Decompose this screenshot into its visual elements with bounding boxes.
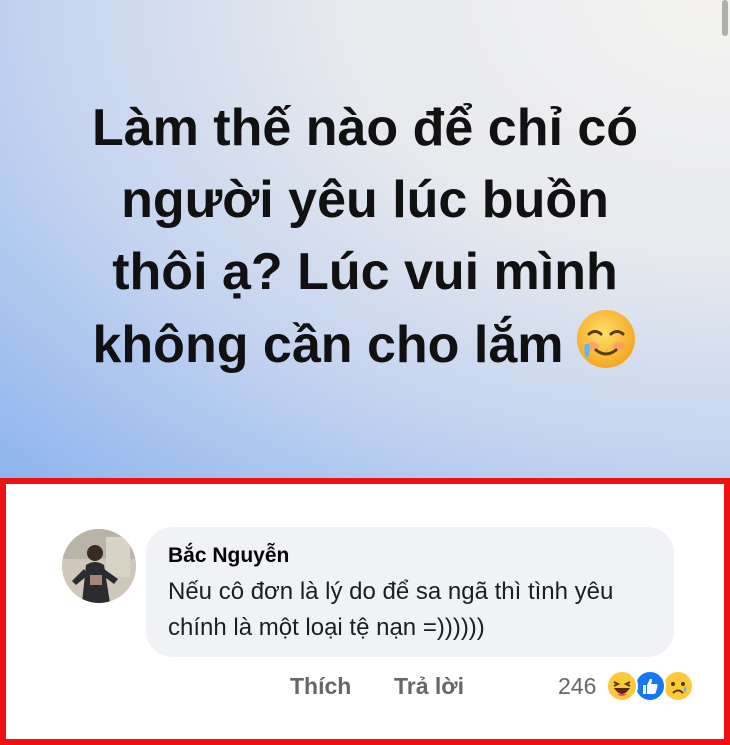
comment-author[interactable]: Bắc Nguyễn bbox=[168, 544, 289, 568]
haha-icon bbox=[606, 670, 638, 702]
reply-button[interactable]: Trả lời bbox=[394, 673, 464, 700]
scrollbar[interactable] bbox=[722, 0, 728, 36]
reactions-summary[interactable] bbox=[606, 670, 702, 702]
post-line-2: người yêu lúc buồn bbox=[121, 171, 609, 229]
like-button[interactable]: Thích bbox=[290, 673, 351, 700]
highlighted-comment-frame: Bắc Nguyễn Nếu cô đơn là lý do để sa ngã… bbox=[0, 478, 730, 745]
reaction-count[interactable]: 246 bbox=[558, 673, 596, 700]
post-line-4-text: không cần cho lắm bbox=[92, 316, 564, 374]
avatar[interactable] bbox=[62, 529, 136, 603]
sad-icon bbox=[662, 670, 694, 702]
post-line-1: Làm thế nào để chỉ có bbox=[91, 99, 639, 157]
sweat-smile-tear-icon bbox=[575, 308, 637, 389]
like-icon bbox=[634, 670, 666, 702]
post-line-3: thôi ạ? Lúc vui mình bbox=[112, 243, 618, 301]
comment-text: Nếu cô đơn là lý do để sa ngã thì tình y… bbox=[168, 578, 614, 641]
post-text: Làm thế nào để chỉ có người yêu lúc buồn… bbox=[40, 92, 690, 389]
comment-bubble: Bắc Nguyễn Nếu cô đơn là lý do để sa ngã… bbox=[146, 527, 674, 657]
post-line-4: không cần cho lắm bbox=[40, 308, 690, 389]
